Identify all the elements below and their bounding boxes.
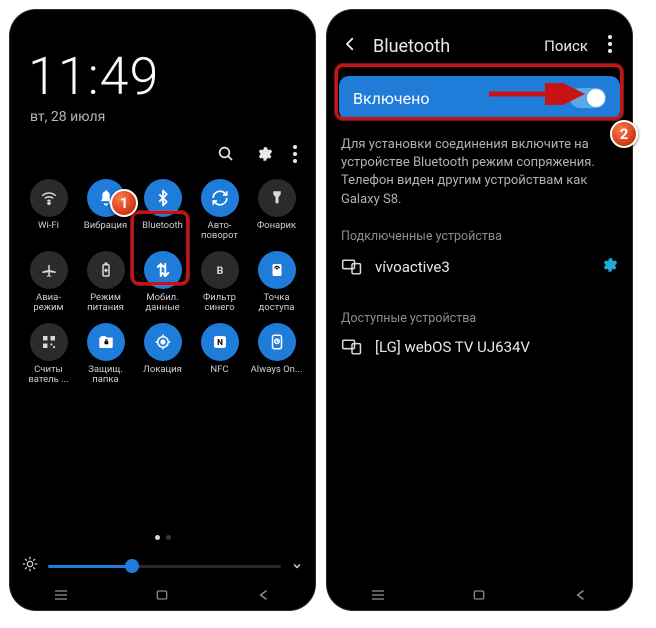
tile-label: Bluetooth xyxy=(142,221,183,243)
tile-label: Локация xyxy=(143,365,182,387)
nav-home[interactable] xyxy=(142,588,182,602)
mobiledata-icon[interactable] xyxy=(144,251,182,289)
tile-nfc[interactable]: N NFC xyxy=(193,323,246,387)
tile-label: Режим питания xyxy=(79,293,132,315)
device-settings-gear-icon[interactable] xyxy=(600,256,618,279)
phone-quicksettings: 11:49 вт, 28 июля Wi-Fi Вибрация Bluetooth… xyxy=(10,10,315,610)
phone-bluetooth-settings: Bluetooth Поиск Включено 2 Для установки… xyxy=(327,10,632,610)
tile-label: NFC xyxy=(210,365,228,387)
qrscan-icon[interactable] xyxy=(30,323,68,361)
toggle-switch[interactable] xyxy=(570,88,606,108)
tile-label: Мобил. данные xyxy=(136,293,189,315)
page-indicator[interactable] xyxy=(10,535,315,540)
device-name: [LG] webOS TV UJ634V xyxy=(375,338,530,356)
nav-recents[interactable] xyxy=(358,588,398,602)
device-row[interactable]: vívoactive3 xyxy=(339,244,620,291)
tile-label: Считы ватель ... xyxy=(22,365,75,387)
device-row[interactable]: [LG] webOS TV UJ634V xyxy=(339,326,620,368)
bluetooth-main-toggle[interactable]: Включено xyxy=(339,76,620,120)
aod-icon[interactable] xyxy=(258,323,296,361)
search-button[interactable]: Поиск xyxy=(544,37,588,55)
tile-hotspot[interactable]: Точка доступа xyxy=(250,251,303,315)
nav-back[interactable] xyxy=(561,588,601,602)
tile-label: Точка доступа xyxy=(250,293,303,315)
tile-label: Авто- поворот xyxy=(193,221,246,243)
secfolder-icon[interactable] xyxy=(87,323,125,361)
android-navbar xyxy=(327,588,632,602)
nfc-icon[interactable]: N xyxy=(201,323,239,361)
tile-powermode[interactable]: Режим питания xyxy=(79,251,132,315)
airplane-icon[interactable] xyxy=(30,251,68,289)
brightness-expand-icon[interactable] xyxy=(291,557,303,576)
tile-wifi[interactable]: Wi-Fi xyxy=(22,179,75,243)
clock-date: вт, 28 июля xyxy=(30,109,303,125)
nav-recents[interactable] xyxy=(41,588,81,602)
tile-aod[interactable]: Always On... xyxy=(250,323,303,387)
brightness-slider[interactable] xyxy=(22,556,303,576)
devices-icon xyxy=(341,338,363,356)
more-icon[interactable] xyxy=(293,145,297,167)
search-icon[interactable] xyxy=(217,145,235,167)
brightness-icon xyxy=(22,556,38,576)
device-name: vívoactive3 xyxy=(375,258,450,276)
annotation-badge-2: 2 xyxy=(610,120,638,148)
android-navbar xyxy=(10,588,315,602)
tile-label: Always On... xyxy=(251,365,303,387)
tile-label: Авиа- режим xyxy=(22,293,75,315)
tile-flashlight[interactable]: Фонарик xyxy=(250,179,303,243)
location-icon[interactable] xyxy=(144,323,182,361)
tile-label: Фонарик xyxy=(257,221,296,243)
nav-back[interactable] xyxy=(244,588,284,602)
autorotate-icon[interactable] xyxy=(201,179,239,217)
nav-home[interactable] xyxy=(459,588,499,602)
tile-label: Фильтр синего xyxy=(193,293,246,315)
annotation-badge-1: 1 xyxy=(110,189,138,217)
flashlight-icon[interactable] xyxy=(258,179,296,217)
back-icon[interactable] xyxy=(341,34,359,58)
more-icon[interactable] xyxy=(602,35,618,58)
page-title: Bluetooth xyxy=(373,36,530,57)
toggle-label: Включено xyxy=(353,89,429,108)
bluetooth-icon[interactable] xyxy=(144,179,182,217)
svg-text:B: B xyxy=(216,264,223,277)
tile-mobiledata[interactable]: Мобил. данные xyxy=(136,251,189,315)
bluetooth-description: Для установки соединения включите на уст… xyxy=(339,136,620,209)
connected-devices-header: Подключенные устройства xyxy=(339,229,620,244)
tile-airplane[interactable]: Авиа- режим xyxy=(22,251,75,315)
clock-time: 11:49 xyxy=(28,46,303,107)
powermode-icon[interactable] xyxy=(87,251,125,289)
tile-location[interactable]: Локация xyxy=(136,323,189,387)
tile-bluefilter[interactable]: B Фильтр синего xyxy=(193,251,246,315)
tile-bluetooth[interactable]: Bluetooth xyxy=(136,179,189,243)
svg-text:N: N xyxy=(217,338,223,348)
devices-icon xyxy=(341,258,363,276)
tile-qrscan[interactable]: Считы ватель ... xyxy=(22,323,75,387)
hotspot-icon[interactable] xyxy=(258,251,296,289)
tile-label: Вибрация xyxy=(84,221,127,243)
gear-icon[interactable] xyxy=(255,145,273,167)
tile-label: Wi-Fi xyxy=(38,221,59,243)
tile-secfolder[interactable]: Защищ. папка xyxy=(79,323,132,387)
tile-autorotate[interactable]: Авто- поворот xyxy=(193,179,246,243)
bluefilter-icon[interactable]: B xyxy=(201,251,239,289)
available-devices-header: Доступные устройства xyxy=(339,311,620,326)
wifi-icon[interactable] xyxy=(30,179,68,217)
tile-label: Защищ. папка xyxy=(79,365,132,387)
